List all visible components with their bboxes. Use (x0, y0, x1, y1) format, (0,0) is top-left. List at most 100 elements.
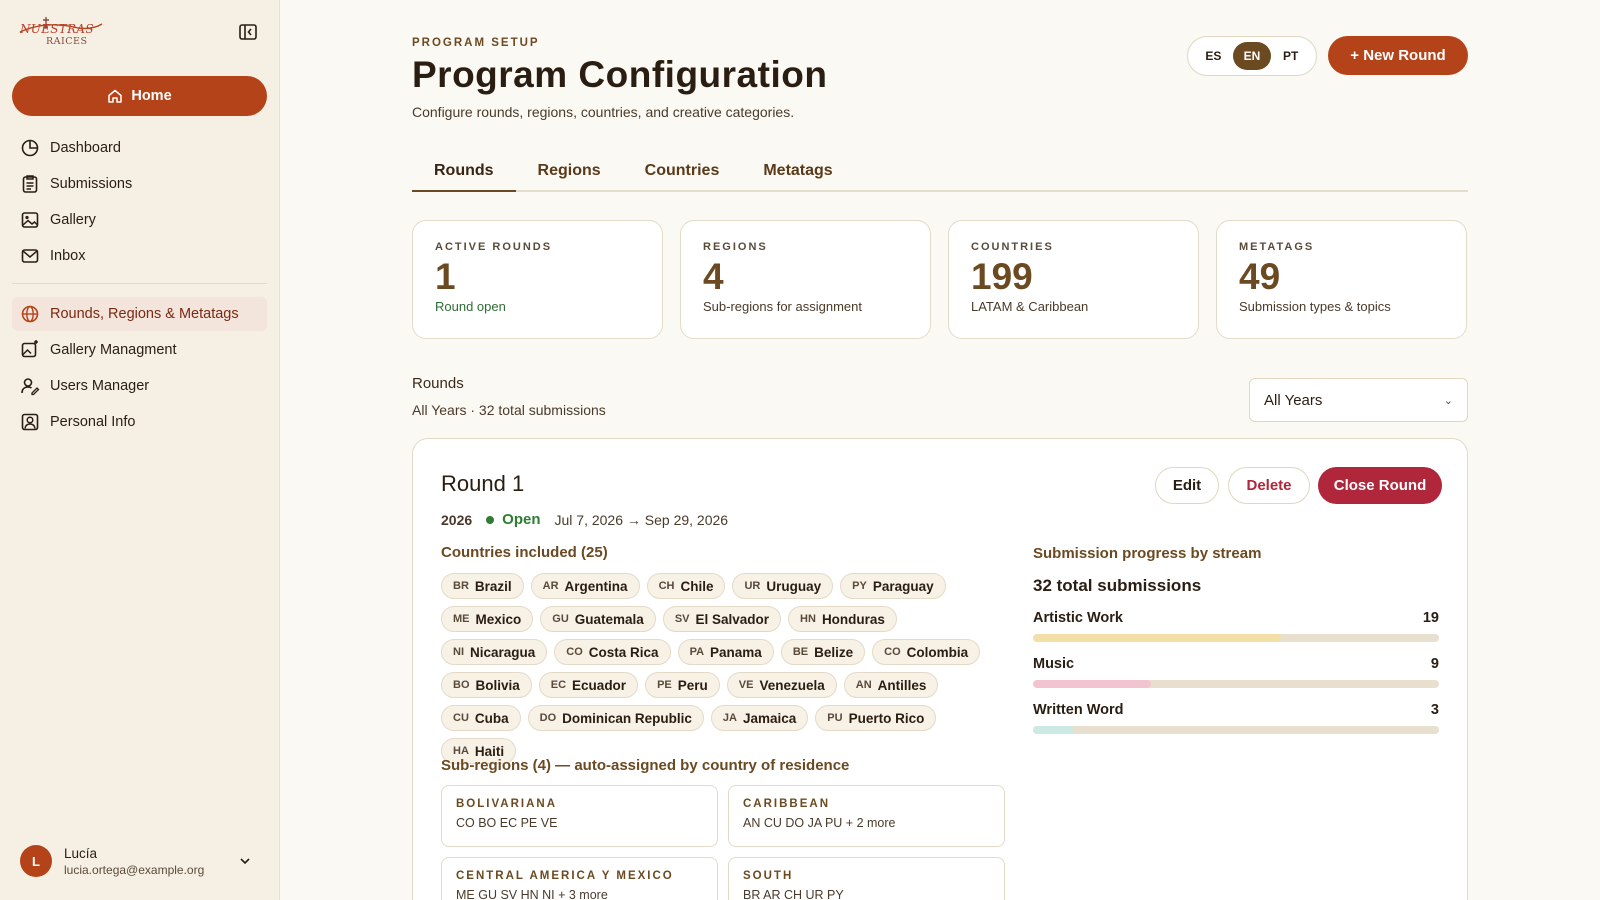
sidebar-item-label: Dashboard (50, 140, 121, 156)
stream-list: Artistic Work 19 Music 9 Written Word 3 (1033, 610, 1439, 734)
lang-pt[interactable]: PT (1272, 42, 1310, 70)
country-chip[interactable]: DO Dominican Republic (527, 705, 704, 731)
stream-row: Written Word 3 (1033, 702, 1439, 734)
subregion-card[interactable]: BOLIVARIANA CO BO EC PE VE (441, 785, 718, 847)
collapse-sidebar-icon[interactable] (238, 22, 260, 44)
page-eyebrow: PROGRAM SETUP (412, 37, 540, 49)
year-filter-select[interactable]: All Years ⌄ (1249, 378, 1468, 422)
tab-regions[interactable]: Regions (516, 152, 623, 190)
new-round-button[interactable]: + New Round (1328, 36, 1468, 75)
country-chip[interactable]: CO Colombia (872, 639, 981, 665)
home-button[interactable]: Home (12, 76, 267, 116)
country-chip[interactable]: GU Guatemala (540, 606, 656, 632)
country-name: Venezuela (759, 677, 825, 693)
lang-en[interactable]: EN (1232, 42, 1271, 70)
mail-icon (21, 249, 39, 263)
delete-round-button[interactable]: Delete (1228, 467, 1310, 504)
subregion-card[interactable]: CENTRAL AMERICA Y MEXICO ME GU SV HN NI … (441, 857, 718, 900)
country-chip[interactable]: CU Cuba (441, 705, 521, 731)
country-chip[interactable]: EC Ecuador (538, 672, 639, 698)
country-chip[interactable]: AN Antilles (843, 672, 939, 698)
country-name: Mexico (475, 611, 522, 627)
country-code: HN (800, 613, 816, 625)
sidebar-item-gallery-managment[interactable]: Gallery Managment (12, 333, 267, 367)
country-chip[interactable]: UR Uruguay (732, 573, 834, 599)
country-chip[interactable]: BE Belize (780, 639, 866, 665)
country-chip[interactable]: HN Honduras (788, 606, 897, 632)
tab-countries[interactable]: Countries (623, 152, 742, 190)
country-chip-list: BR Brazil AR Argentina CH Chile UR Uruguay PY Par… (441, 573, 1001, 764)
chevron-down-icon[interactable] (238, 854, 252, 868)
country-chip[interactable]: BR Brazil (441, 573, 524, 599)
stat-label: ACTIVE ROUNDS (435, 241, 553, 253)
country-name: Chile (680, 578, 714, 594)
country-chip[interactable]: PU Puerto Rico (815, 705, 937, 731)
user-square-icon (21, 413, 39, 431)
country-code: UR (744, 580, 761, 592)
country-name: Nicaragua (470, 644, 536, 660)
country-chip[interactable]: AR Argentina (530, 573, 640, 599)
country-chip[interactable]: PY Paraguay (840, 573, 946, 599)
stat-note: Submission types & topics (1239, 299, 1391, 314)
country-chip[interactable]: BO Bolivia (441, 672, 532, 698)
country-code: GU (552, 613, 569, 625)
status-dot-icon (486, 515, 495, 524)
country-chip[interactable]: PA Panama (677, 639, 774, 665)
stat-value: 199 (971, 256, 1033, 297)
sidebar-item-rounds-regions-metatags[interactable]: Rounds, Regions & Metatags (12, 297, 267, 331)
country-code: NI (453, 646, 464, 658)
user-edit-icon (21, 378, 40, 396)
stat-label: REGIONS (703, 241, 768, 253)
stream-count: 9 (1430, 656, 1439, 672)
country-code: AR (542, 580, 559, 592)
lang-es[interactable]: ES (1194, 42, 1232, 70)
user-menu[interactable]: L Lucía lucia.ortega@example.org (12, 838, 268, 884)
stream-header: Written Word 3 (1033, 702, 1439, 718)
sidebar: NUESTRAS RAICES Home Dashboard Submissio… (0, 0, 280, 900)
country-chip[interactable]: JA Jamaica (710, 705, 809, 731)
sidebar-item-users-manager[interactable]: Users Manager (12, 369, 267, 403)
country-chip[interactable]: CO Costa Rica (554, 639, 671, 665)
image-edit-icon (21, 340, 38, 358)
tab-metatags[interactable]: Metatags (741, 152, 854, 190)
country-name: Argentina (564, 578, 628, 594)
sidebar-item-gallery[interactable]: Gallery (12, 203, 267, 237)
logo-text: NUESTRAS (20, 22, 94, 36)
pie-chart-icon (21, 139, 39, 157)
country-chip[interactable]: SV El Salvador (662, 606, 782, 632)
sidebar-item-dashboard[interactable]: Dashboard (12, 131, 267, 165)
country-name: Dominican Republic (562, 710, 692, 726)
close-round-button[interactable]: Close Round (1318, 467, 1442, 504)
subregion-grid: BOLIVARIANA CO BO EC PE VE CARIBBEAN AN … (441, 785, 1008, 900)
progress-bar (1033, 634, 1439, 642)
country-code: PY (852, 580, 867, 592)
country-code: CH (658, 580, 675, 592)
tab-rounds[interactable]: Rounds (412, 152, 516, 192)
country-chip[interactable]: ME Mexico (441, 606, 534, 632)
sidebar-item-personal-info[interactable]: Personal Info (12, 405, 267, 439)
country-chip[interactable]: NI Nicaragua (441, 639, 548, 665)
rounds-heading: Rounds (412, 375, 464, 392)
home-label: Home (131, 88, 172, 104)
country-chip[interactable]: CH Chile (646, 573, 726, 599)
stat-note: LATAM & Caribbean (971, 299, 1089, 314)
country-code: SV (674, 613, 690, 625)
country-chip[interactable]: VE Venezuela (726, 672, 837, 698)
stat-value: 49 (1239, 256, 1281, 297)
stat-value: 1 (435, 256, 456, 297)
avatar: L (20, 845, 52, 877)
sidebar-item-inbox[interactable]: Inbox (12, 239, 267, 273)
stream-row: Music 9 (1033, 656, 1439, 688)
subregion-card[interactable]: SOUTH BR AR CH UR PY (728, 857, 1005, 900)
stream-count: 19 (1422, 610, 1439, 626)
progress-bar (1033, 680, 1439, 688)
country-name: El Salvador (695, 611, 770, 627)
progress-bar-fill (1033, 726, 1074, 734)
brand-logo[interactable]: NUESTRAS RAICES (16, 14, 103, 50)
page-title: Program Configuration (412, 54, 828, 95)
subregion-card[interactable]: CARIBBEAN AN CU DO JA PU + 2 more (728, 785, 1005, 847)
stat-note: Round open (435, 299, 506, 314)
sidebar-item-submissions[interactable]: Submissions (12, 167, 267, 201)
edit-round-button[interactable]: Edit (1155, 467, 1219, 504)
country-chip[interactable]: PE Peru (645, 672, 720, 698)
